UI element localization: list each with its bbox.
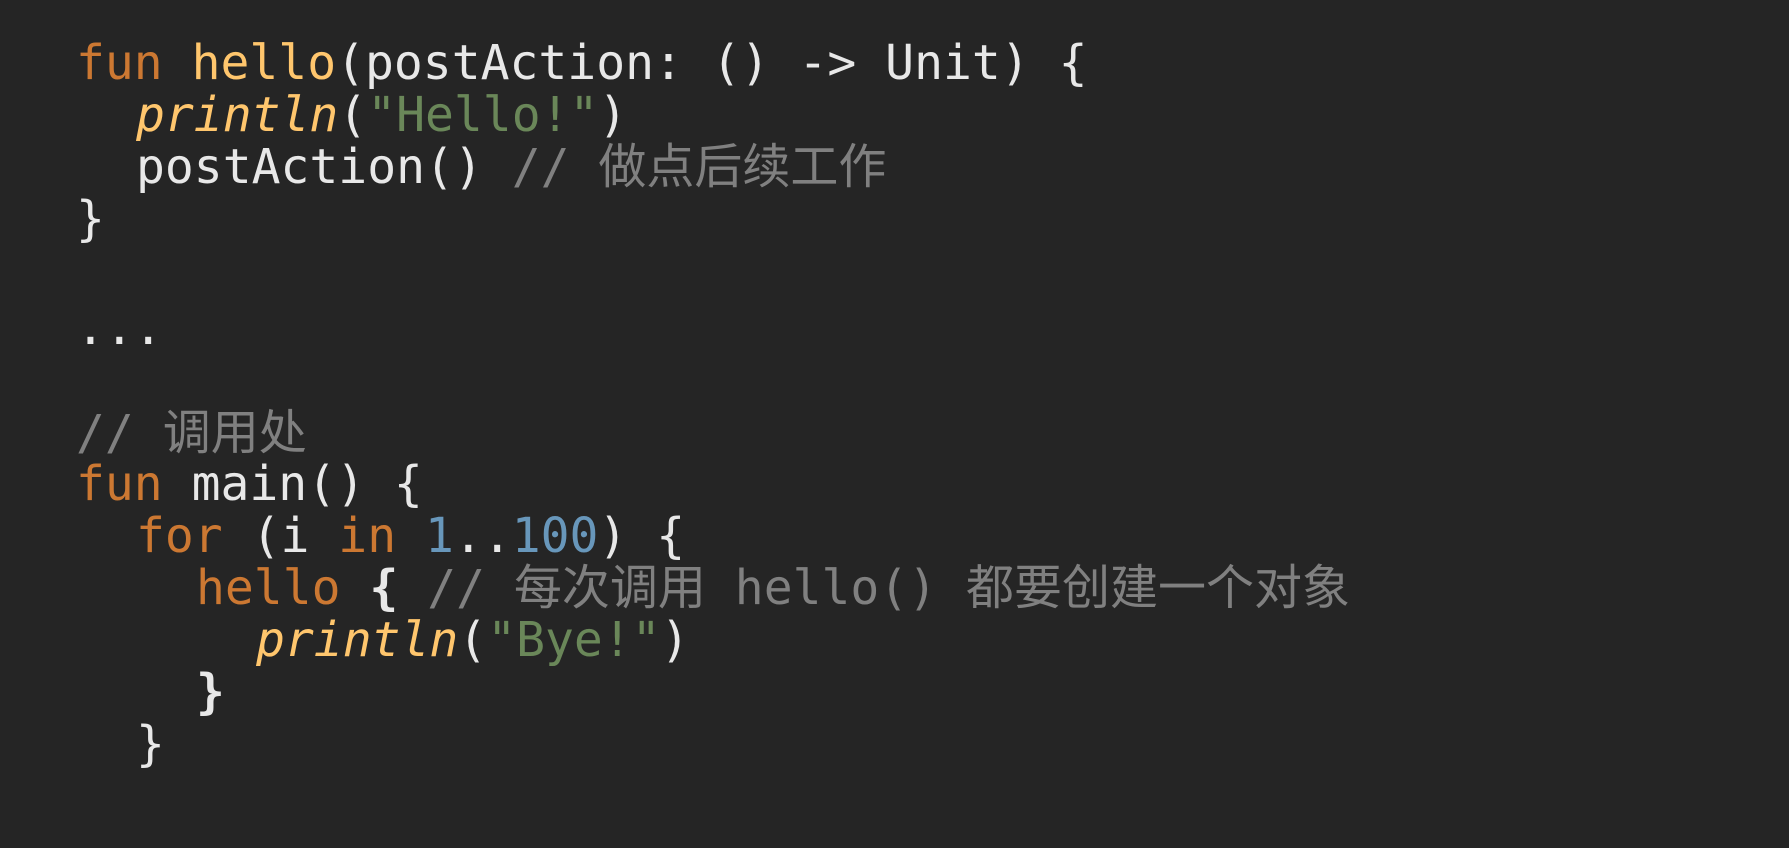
string-hello: "Hello!" [367,87,599,143]
paren-close: ) [598,87,628,143]
code-line-1: fun hello(postAction: () -> Unit) { [76,33,1087,93]
code-line-7: fun main() { [76,454,423,514]
code-line-12: } [136,714,165,774]
main-signature: main() { [162,456,423,512]
hello-parameters: (postAction: () -> Unit) { [336,35,1088,91]
string-bye: "Bye!" [487,612,661,668]
for-close-brace: } [136,716,165,772]
comment-post-work: // 做点后续工作 [511,139,887,195]
range-operator: .. [453,508,512,564]
paren-open: ( [338,87,368,143]
lambda-open-brace: { [340,560,399,616]
ellipsis: ... [76,300,163,356]
code-line-4: } [76,189,105,249]
println-call: println [136,87,339,143]
code-line-5: ... [76,298,163,358]
hello-call: hello [196,560,341,616]
code-line-8: for (i in 1..100) { [136,506,685,566]
post-action-call: postAction() [136,139,512,195]
paren-open: ( [458,612,488,668]
comment-object-creation: // 每次调用 hello() 都要创建一个对象 [398,560,1350,616]
function-name-hello: hello [191,35,337,91]
keyword-in: in [338,508,397,564]
code-line-10: println("Bye!") [256,610,690,670]
for-close: ) { [598,508,686,564]
println-call: println [256,612,459,668]
code-line-11: } [196,662,225,722]
closing-brace: } [76,191,105,247]
paren-close: ) [660,612,690,668]
keyword-fun: fun [76,456,163,512]
lambda-close-brace: } [196,664,225,720]
code-line-3: postAction() // 做点后续工作 [136,137,886,197]
code-line-9: hello { // 每次调用 hello() 都要创建一个对象 [196,558,1350,618]
number-range-end: 100 [511,508,599,564]
for-open: (i [222,508,339,564]
code-line-2: println("Hello!") [136,85,627,145]
comment-call-site: // 调用处 [76,405,307,461]
keyword-fun: fun [76,35,163,91]
keyword-for: for [136,508,223,564]
code-editor: fun hello(postAction: () -> Unit) { prin… [0,0,1789,848]
number-range-start: 1 [425,508,454,564]
